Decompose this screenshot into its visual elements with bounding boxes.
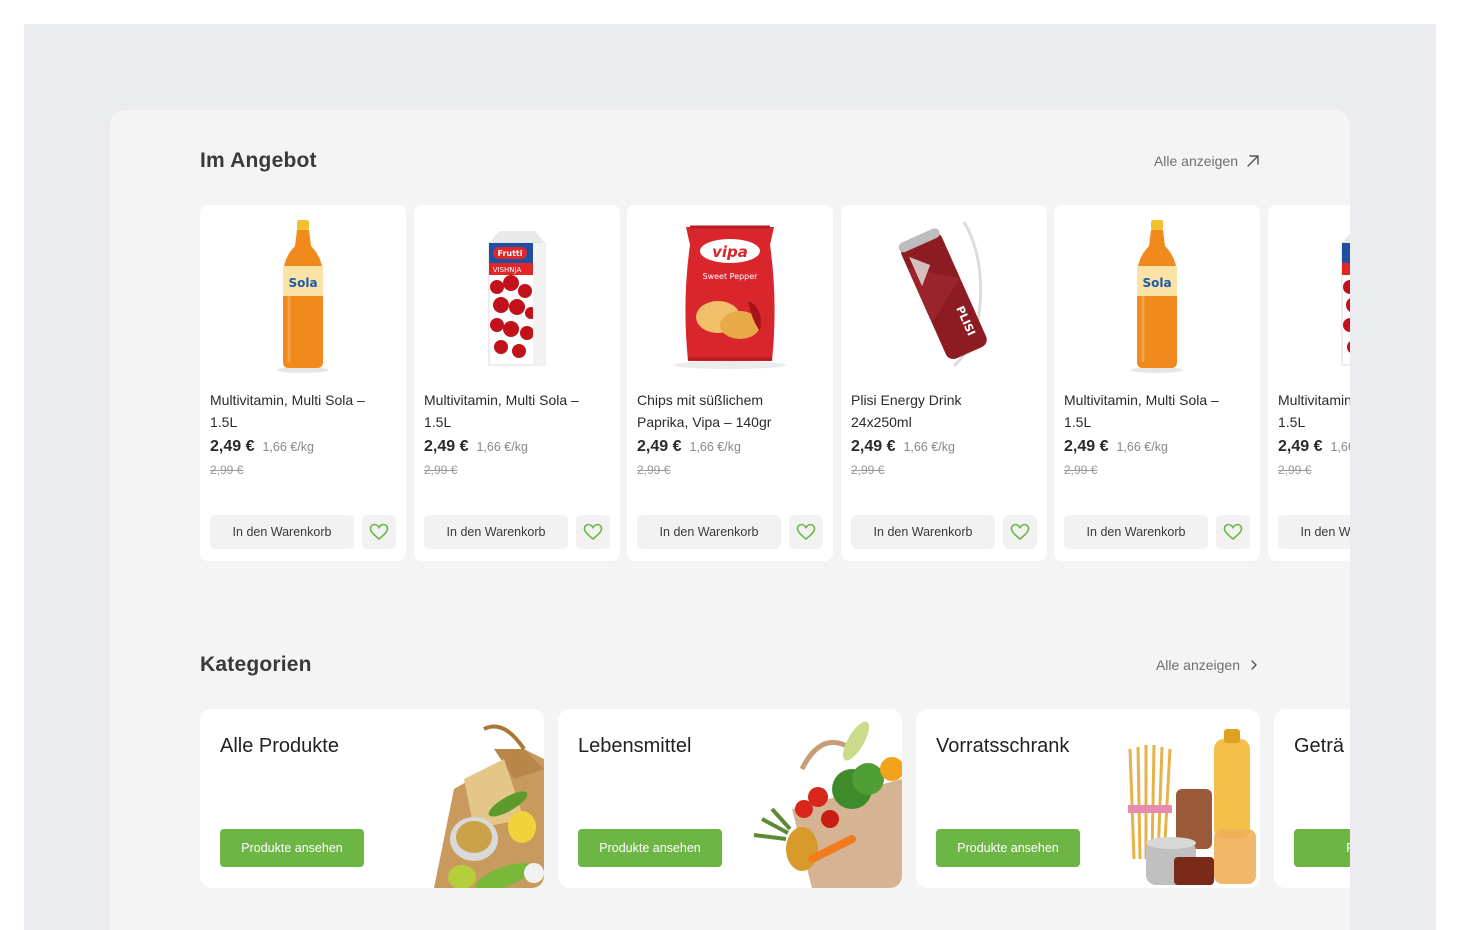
category-title: Lebensmittel (578, 735, 692, 757)
old-price: 2,99 € (210, 463, 244, 477)
favorite-button[interactable] (362, 515, 396, 549)
heart-icon (369, 523, 389, 541)
offers-see-all-link[interactable]: Alle anzeigen (1154, 153, 1260, 169)
add-to-cart-button[interactable]: In den Warenkorb (1278, 515, 1350, 549)
svg-text:Frutti: Frutti (498, 249, 523, 258)
energy-can-icon: PLISI (841, 213, 1047, 379)
old-price: 2,99 € (851, 463, 885, 477)
pantry-items-icon (1128, 729, 1256, 885)
juice-carton-icon (1268, 213, 1350, 379)
old-price: 2,99 € (1278, 463, 1312, 477)
product-card[interactable]: Frutti VISHNJA 1L Multivitamin, Multi So… (414, 205, 620, 561)
heart-icon (583, 523, 603, 541)
grocery-bag-icon (434, 724, 544, 888)
heart-icon (1010, 523, 1030, 541)
add-to-cart-button[interactable]: In den Warenkorb (851, 515, 995, 549)
view-products-button[interactable]: Produkte ansehen (220, 829, 364, 867)
page-backdrop: Im Angebot Alle anzeigen Sola Multivitam… (24, 24, 1436, 930)
juice-carton-icon: Frutti VISHNJA 1L (414, 213, 620, 379)
product-name[interactable]: Multivitamin, Multi Sola – 1.5L (210, 389, 396, 433)
svg-text:1L: 1L (495, 357, 503, 365)
product-price: 2,49 € (1064, 438, 1109, 455)
product-card[interactable]: Multivitamin, Multi Sola – 1.5L 2,49 € 1… (1268, 205, 1350, 561)
add-to-cart-button[interactable]: In den Warenkorb (424, 515, 568, 549)
categories-title: Kategorien (200, 653, 312, 676)
favorite-button[interactable] (1003, 515, 1037, 549)
unit-price: 1,66 €/kg (476, 440, 528, 454)
vegetable-bag-icon (753, 721, 902, 888)
view-products-button[interactable]: Produk (1294, 829, 1350, 867)
offers-see-all-label: Alle anzeigen (1153, 153, 1238, 169)
offers-carousel[interactable]: Sola Multivitamin, Multi Sola – 1.5L 2,4… (200, 205, 1350, 561)
categories-see-all-link[interactable]: Alle anzeigen (1156, 657, 1260, 673)
category-title: Geträ (1294, 735, 1345, 757)
heart-icon (796, 523, 816, 541)
offers-header: Im Angebot Alle anzeigen (200, 146, 1260, 176)
unit-price: 1,66 €/kg (1116, 440, 1168, 454)
unit-price: 1,66 €/kg (262, 440, 314, 454)
product-price: 2,49 € (424, 438, 469, 455)
product-name[interactable]: Multivitamin, Multi Sola – 1.5L (424, 389, 610, 433)
product-price: 2,49 € (210, 438, 255, 455)
product-card[interactable]: vipa Sweet Pepper Chips mit süßlichem Pa… (627, 205, 833, 561)
add-to-cart-button[interactable]: In den Warenkorb (1064, 515, 1208, 549)
juice-bottle-icon: Sola (1054, 213, 1260, 379)
offers-title: Im Angebot (200, 149, 317, 172)
unit-price: 1,66 €/kg (903, 440, 955, 454)
categories-see-all-label: Alle anzeigen (1155, 657, 1240, 673)
category-card[interactable]: Lebensmittel Produkte ansehen (558, 709, 902, 888)
view-products-button[interactable]: Produkte ansehen (578, 829, 722, 867)
categories-carousel[interactable]: Alle Produkte Produkte ansehen Lebensmit… (200, 709, 1350, 889)
product-name[interactable]: Chips mit süßlichem Paprika, Vipa – 140g… (637, 389, 823, 433)
favorite-button[interactable] (576, 515, 610, 549)
product-name[interactable]: Multivitamin, Multi Sola – 1.5L (1278, 389, 1350, 433)
category-card[interactable]: Vorratsschrank Produkte ansehen (916, 709, 1260, 888)
view-products-button[interactable]: Produkte ansehen (936, 829, 1080, 867)
svg-text:vipa: vipa (712, 243, 748, 261)
product-card[interactable]: PLISI Plisi Energy Drink 24x250ml 2,49 €… (841, 205, 1047, 561)
old-price: 2,99 € (1064, 463, 1098, 477)
content-panel: Im Angebot Alle anzeigen Sola Multivitam… (110, 110, 1350, 930)
product-name[interactable]: Plisi Energy Drink 24x250ml (851, 389, 1037, 433)
juice-bottle-icon: Sola (200, 213, 406, 379)
product-price: 2,49 € (637, 438, 682, 455)
unit-price: 1,66 €/kg (689, 440, 741, 454)
svg-text:Sola: Sola (1142, 276, 1171, 290)
category-card[interactable]: Geträ Produk (1274, 709, 1350, 888)
product-price: 2,49 € (851, 438, 896, 455)
old-price: 2,99 € (637, 463, 671, 477)
product-price: 2,49 € (1278, 438, 1323, 455)
arrow-up-right-icon (1247, 155, 1259, 167)
product-card[interactable]: Sola Multivitamin, Multi Sola – 1.5L 2,4… (1054, 205, 1260, 561)
chips-bag-icon: vipa Sweet Pepper (627, 213, 833, 379)
svg-text:Sweet Pepper: Sweet Pepper (703, 272, 759, 281)
svg-text:VISHNJA: VISHNJA (493, 266, 522, 274)
old-price: 2,99 € (424, 463, 458, 477)
product-name[interactable]: Multivitamin, Multi Sola – 1.5L (1064, 389, 1250, 433)
favorite-button[interactable] (789, 515, 823, 549)
category-title: Vorratsschrank (936, 735, 1070, 757)
categories-header: Kategorien Alle anzeigen (200, 650, 1260, 680)
product-card[interactable]: Sola Multivitamin, Multi Sola – 1.5L 2,4… (200, 205, 406, 561)
category-title: Alle Produkte (220, 735, 339, 757)
heart-icon (1223, 523, 1243, 541)
add-to-cart-button[interactable]: In den Warenkorb (637, 515, 781, 549)
chevron-right-icon (1251, 660, 1257, 670)
category-card[interactable]: Alle Produkte Produkte ansehen (200, 709, 544, 888)
unit-price: 1,66 €/kg (1330, 440, 1350, 454)
svg-text:Sola: Sola (288, 276, 317, 290)
favorite-button[interactable] (1216, 515, 1250, 549)
add-to-cart-button[interactable]: In den Warenkorb (210, 515, 354, 549)
